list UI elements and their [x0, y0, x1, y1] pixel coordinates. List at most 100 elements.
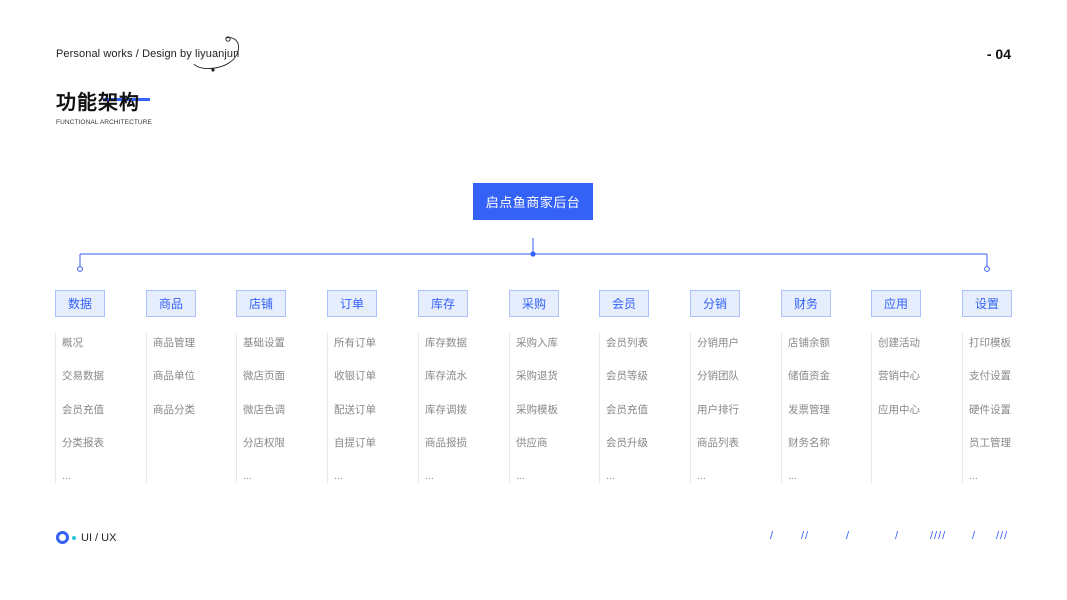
category-item: 所有订单 — [334, 337, 376, 349]
column-divider — [327, 333, 328, 483]
category-tag: 设置 — [962, 290, 1012, 317]
category-item: 采购退货 — [516, 370, 558, 383]
category-item: 营销中心 — [878, 370, 920, 383]
slash-mark: / — [846, 530, 851, 542]
column-divider — [236, 333, 237, 483]
category-item: 储值资金 — [788, 370, 830, 383]
category-items: 采购入库 采购退货 采购模板 供应商... — [516, 337, 558, 503]
slash-mark: //// — [930, 530, 947, 542]
category-item: ... — [606, 470, 615, 483]
category-tag: 订单 — [327, 290, 377, 317]
category-item: 分类报表 — [62, 436, 104, 449]
category-item: 微店页面 — [243, 370, 285, 383]
column-divider — [962, 333, 963, 483]
category-item: 基础设置 — [243, 337, 285, 349]
category-item: 创建活动 — [878, 337, 920, 349]
column-divider — [509, 333, 510, 483]
category-items: 分销用户分销团队用户排行商品列表... — [697, 337, 739, 503]
footer-brand: UI / UX — [56, 531, 116, 544]
category-tag: 会员 — [599, 290, 649, 317]
category-items: 店铺余额储值资金发票管理财务名称... — [788, 337, 830, 503]
category-item: 应用中心 — [878, 403, 920, 416]
category-items: 库存数据库存流水库存调拨商品报损... — [425, 337, 467, 503]
category-tag: 分销 — [690, 290, 740, 317]
slash-mark: / — [972, 530, 977, 542]
category-items: 创建活动营销中心应用中心 — [878, 337, 920, 437]
category-item: 员工管理 — [969, 436, 1011, 449]
category-item: 支付设置 — [969, 370, 1011, 383]
category-item: 会员升级 — [606, 436, 648, 449]
category-item: 库存流水 — [425, 370, 467, 383]
category-item: 发票管理 — [788, 403, 830, 416]
column-divider — [146, 333, 147, 483]
category-item: 财务名称 — [788, 436, 830, 449]
category-tag: 财务 — [781, 290, 831, 317]
category-items: 会员列表会员等级会员充值会员升级... — [606, 337, 648, 503]
column-divider — [871, 333, 872, 483]
category-item: 会员充值 — [606, 403, 648, 416]
category-item: 商品列表 — [697, 436, 739, 449]
category-item: 打印模板 — [969, 337, 1011, 349]
category-item: 库存数据 — [425, 337, 467, 349]
column-divider — [690, 333, 691, 483]
column-divider — [418, 333, 419, 483]
category-item: 分销团队 — [697, 370, 739, 383]
category-item: 概况 — [62, 337, 83, 349]
category-item: 硬件设置 — [969, 403, 1011, 416]
category-item: 分销用户 — [697, 337, 739, 349]
category-items: 打印模板支付设置硬件设置员工管理... — [969, 337, 1011, 503]
dot-icon — [72, 535, 76, 540]
column-divider — [781, 333, 782, 483]
category-item: 分店权限 — [243, 436, 285, 449]
title-block: 功能架构 FUNCTIONAL ARCHITECTURE — [56, 86, 152, 126]
category-item: 商品管理 — [153, 337, 195, 349]
category-item: ... — [697, 470, 706, 483]
category-item: ... — [425, 470, 434, 483]
category-tag: 数据 — [55, 290, 105, 317]
category-items: 基础设置微店页面微店色调分店权限... — [243, 337, 285, 503]
category-item: 商品单位 — [153, 370, 195, 383]
category-items: 概况交易数据会员充值分类报表... — [62, 337, 104, 503]
category-item: ... — [969, 470, 978, 483]
category-tag: 商品 — [146, 290, 196, 317]
category-tag: 店铺 — [236, 290, 286, 317]
category-item: 供应商 — [516, 436, 548, 449]
signature-doodle — [193, 36, 239, 72]
left-end-dot — [77, 266, 83, 272]
category-item: 会员充值 — [62, 403, 104, 416]
category-item: 会员列表 — [606, 337, 648, 349]
category-item: ... — [516, 470, 525, 483]
category-item: ... — [62, 470, 71, 483]
category-items: 商品管理商品单位商品分类 — [153, 337, 195, 437]
ring-icon — [56, 531, 69, 544]
column-divider — [599, 333, 600, 483]
right-end-dot — [984, 266, 990, 272]
category-item: 自提订单 — [334, 436, 376, 449]
category-tag: 采购 — [509, 290, 559, 317]
category-item: 会员等级 — [606, 370, 648, 383]
category-item: 库存调拨 — [425, 403, 467, 416]
junction-dot — [530, 251, 536, 257]
category-item: ... — [788, 470, 797, 483]
category-item: 商品报损 — [425, 436, 467, 449]
category-tag: 库存 — [418, 290, 468, 317]
slash-mark: /// — [996, 530, 1009, 542]
category-items: 所有订单 收银订单 配送订单 自提订单... — [334, 337, 376, 503]
page-number: - 04 — [986, 46, 1011, 62]
page-subtitle: FUNCTIONAL ARCHITECTURE — [56, 119, 152, 126]
category-item: 采购入库 — [516, 337, 558, 349]
slash-mark: // — [801, 530, 810, 542]
category-item: ... — [334, 470, 343, 483]
slash-mark: / — [895, 530, 900, 542]
column-divider — [55, 333, 56, 483]
category-item: 店铺余额 — [788, 337, 830, 349]
category-item: 用户排行 — [697, 403, 739, 416]
root-node: 启点鱼商家后台 — [473, 183, 593, 220]
category-item: 收银订单 — [334, 370, 376, 383]
category-tag: 应用 — [871, 290, 921, 317]
category-item: 商品分类 — [153, 403, 195, 416]
slash-mark: / — [770, 530, 775, 542]
category-item: 交易数据 — [62, 370, 104, 383]
category-item: ... — [243, 470, 252, 483]
category-item: 微店色调 — [243, 403, 285, 416]
